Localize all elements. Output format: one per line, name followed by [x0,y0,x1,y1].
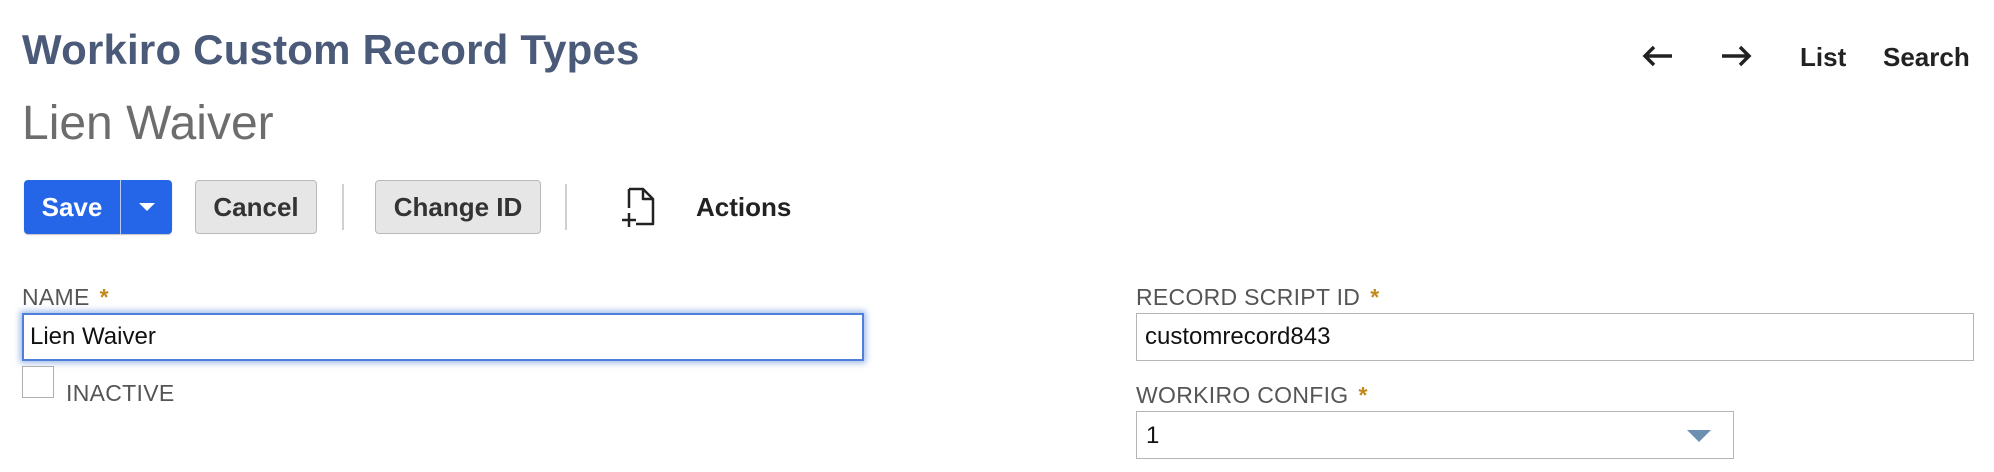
page-title: Workiro Custom Record Types [22,26,640,73]
inactive-label: INACTIVE [66,380,175,406]
previous-record-button[interactable] [1638,38,1678,74]
toolbar-divider [342,184,344,230]
inactive-checkbox[interactable] [22,366,54,398]
save-button[interactable]: Save [24,180,120,234]
save-options-dropdown[interactable] [121,180,172,234]
name-input[interactable] [22,313,864,361]
toolbar: Save Cancel Change ID Actions [24,180,924,236]
actions-menu[interactable]: Actions [696,192,791,223]
new-record-button[interactable] [620,186,658,228]
workiro-config-label-text: WORKIRO CONFIG [1136,382,1349,408]
required-indicator: * [1358,382,1368,408]
record-script-id-label: RECORD SCRIPT ID * [1136,284,1379,311]
toolbar-divider [565,184,567,230]
list-link[interactable]: List [1800,42,1846,73]
save-button-group: Save [24,180,172,234]
arrow-left-icon [1642,45,1672,67]
arrow-right-icon [1722,45,1752,67]
workiro-config-value: 1 [1146,422,1160,449]
caret-down-icon [1687,430,1711,442]
required-indicator: * [99,284,109,310]
name-label-text: NAME [22,284,90,310]
top-navigation: List Search [1634,38,1994,78]
workiro-config-label: WORKIRO CONFIG * [1136,382,1368,409]
change-id-button[interactable]: Change ID [375,180,541,234]
caret-down-icon [139,203,155,211]
name-label: NAME * [22,284,109,311]
workiro-config-select[interactable]: 1 [1136,411,1734,459]
page: Workiro Custom Record Types Lien Waiver … [0,0,1994,472]
document-plus-icon [622,187,655,227]
search-link[interactable]: Search [1883,42,1970,73]
required-indicator: * [1370,284,1380,310]
cancel-button[interactable]: Cancel [195,180,317,234]
record-title: Lien Waiver [22,97,274,150]
record-script-id-input[interactable] [1136,313,1974,361]
record-script-id-label-text: RECORD SCRIPT ID [1136,284,1361,310]
next-record-button[interactable] [1716,38,1756,74]
